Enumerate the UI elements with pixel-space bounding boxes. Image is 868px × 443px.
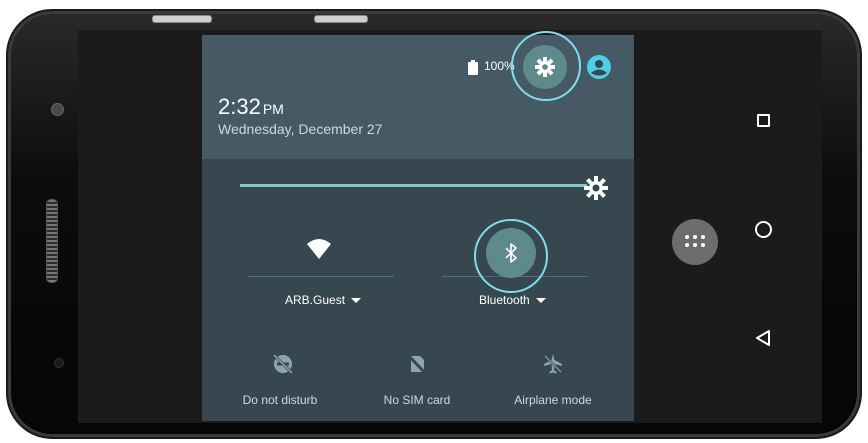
settings-highlight-ring	[511, 31, 581, 101]
no-sim-icon[interactable]	[406, 353, 428, 375]
chevron-down-icon	[535, 298, 546, 304]
home-button[interactable]	[755, 221, 772, 238]
brightness-slider[interactable]	[240, 184, 587, 187]
brightness-icon[interactable]	[583, 175, 609, 201]
clock: 2:32 PM	[218, 94, 284, 120]
front-camera	[51, 103, 64, 116]
clock-ampm: PM	[262, 101, 284, 117]
airplane-icon[interactable]	[542, 353, 564, 375]
quick-settings-panel: 100% 2:32 PM Wednesday, December 27 ARB.G…	[202, 35, 634, 421]
do-not-disturb-label: Do not disturb	[242, 393, 318, 407]
chevron-down-icon	[351, 298, 362, 304]
power-button	[314, 15, 368, 23]
proximity-sensor	[54, 358, 64, 368]
bluetooth-highlight-ring	[474, 219, 548, 293]
wifi-icon[interactable]	[306, 238, 332, 260]
back-button[interactable]	[755, 329, 771, 347]
airplane-mode-label: Airplane mode	[514, 393, 592, 407]
clock-time: 2:32	[218, 94, 261, 119]
earpiece-speaker	[46, 199, 58, 283]
wifi-tile-label[interactable]: ARB.Guest	[285, 293, 362, 307]
no-sim-label: No SIM card	[383, 393, 451, 407]
user-account-icon[interactable]	[586, 54, 612, 80]
recents-button[interactable]	[757, 114, 770, 127]
battery-icon	[468, 60, 478, 75]
bluetooth-label: Bluetooth	[479, 293, 530, 307]
bluetooth-tile-label[interactable]: Bluetooth	[479, 293, 546, 307]
app-drawer-button[interactable]	[672, 219, 718, 265]
date-label: Wednesday, December 27	[218, 121, 383, 137]
do-not-disturb-icon[interactable]	[272, 353, 294, 375]
wifi-network-name: ARB.Guest	[285, 293, 346, 307]
volume-button	[152, 15, 212, 23]
wifi-divider	[248, 276, 394, 277]
